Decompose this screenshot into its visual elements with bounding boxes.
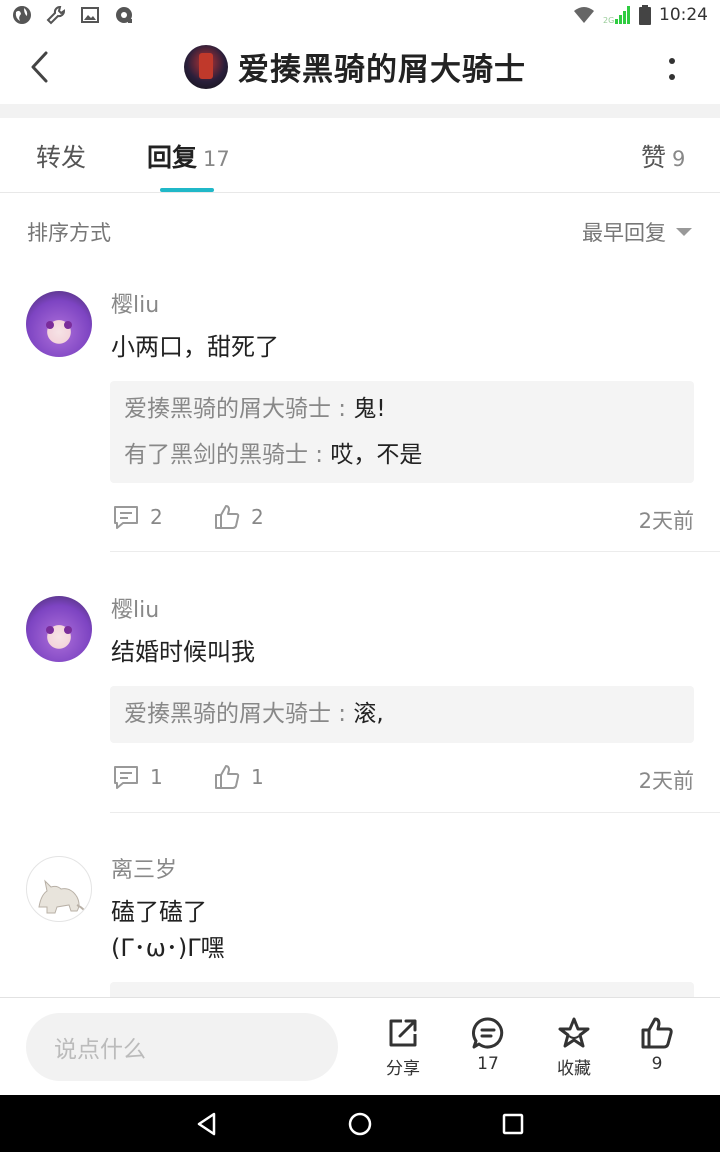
comment-input[interactable]: 说点什么 xyxy=(26,1013,338,1081)
more-options-button[interactable] xyxy=(664,54,680,84)
reply-button[interactable]: 2 xyxy=(112,503,163,531)
favorite-button[interactable]: 收藏 xyxy=(542,1016,606,1079)
tab-bar: 转发 回复 17 赞9 xyxy=(0,118,720,193)
back-button[interactable] xyxy=(26,50,56,84)
comment-username[interactable]: 离三岁 xyxy=(111,852,177,884)
sort-selected: 最早回复 xyxy=(582,221,666,245)
divider xyxy=(110,551,720,552)
comment-actions: 2 2 2天前 xyxy=(112,503,694,537)
status-icons-right: 2G 10:24 xyxy=(573,5,708,25)
tab-likes[interactable]: 赞9 xyxy=(641,138,685,174)
comment-text: 小两口，甜死了 xyxy=(111,333,279,361)
like-button[interactable]: 1 xyxy=(213,763,264,791)
comment-item: 樱liu 结婚时候叫我 爱揍黑骑的屑大骑士 : 滚, 1 1 2天前 xyxy=(0,570,720,814)
comment-bubble-icon xyxy=(114,506,138,529)
comment-text: (Γ･ω･)Γ嘿 xyxy=(111,934,225,962)
share-button[interactable]: 分享 xyxy=(371,1016,435,1079)
reply-count: 2 xyxy=(150,505,163,529)
like-count: 2 xyxy=(251,505,264,529)
like-count: 1 xyxy=(251,765,264,789)
wifi-icon xyxy=(574,7,594,23)
tab-count: 9 xyxy=(672,147,686,171)
avatar[interactable] xyxy=(26,856,92,922)
star-icon xyxy=(558,1017,590,1048)
comment-circle-icon xyxy=(472,1017,504,1049)
active-tab-indicator xyxy=(160,188,214,192)
author-avatar[interactable] xyxy=(184,44,228,89)
divider xyxy=(110,812,720,813)
tab-label: 转发 xyxy=(36,143,87,172)
comment-actions: 1 1 2天前 xyxy=(112,763,694,797)
bottom-action-bar: 说点什么 分享 17 收藏 9 xyxy=(0,997,720,1095)
title-group: 爱揍黑骑的屑大骑士 xyxy=(184,44,526,89)
tab-count: 17 xyxy=(203,147,230,171)
status-icons-left xyxy=(12,5,134,25)
favorite-label: 收藏 xyxy=(557,1059,591,1079)
reply-button[interactable]: 1 xyxy=(112,763,163,791)
tab-replies[interactable]: 回复 17 xyxy=(147,138,230,174)
comment-item: 离三岁 磕了磕了 (Γ･ω･)Γ嘿 xyxy=(0,830,720,997)
reply-preview-line: 爱揍黑骑的屑大骑士 : 鬼! xyxy=(124,396,386,422)
battery-icon xyxy=(639,5,651,25)
reply-preview-line: 有了黑剑的黑骑士 : 哎，不是 xyxy=(124,442,423,468)
like-post-button[interactable]: 9 xyxy=(625,1016,689,1074)
caret-down-icon xyxy=(676,228,692,236)
wolf-avatar-icon xyxy=(38,879,88,916)
tab-label: 回复 xyxy=(147,143,198,172)
top-app-bar: 爱揍黑骑的屑大骑士 xyxy=(0,30,720,104)
sync-icon xyxy=(114,5,134,25)
reply-preview-box[interactable]: 爱揍黑骑的屑大骑士 : 鬼! 有了黑剑的黑骑士 : 哎，不是 xyxy=(110,381,694,483)
nav-recents-button[interactable] xyxy=(498,1109,528,1139)
globe-icon xyxy=(12,5,32,25)
more-dot-icon xyxy=(669,74,675,80)
share-icon xyxy=(389,1019,417,1047)
comment-username[interactable]: 樱liu xyxy=(111,592,159,624)
signal-icon: 2G xyxy=(603,6,630,25)
image-icon xyxy=(80,5,100,25)
section-separator xyxy=(0,104,720,118)
triangle-back-icon xyxy=(197,1112,216,1136)
avatar[interactable] xyxy=(26,291,92,357)
comment-input-placeholder: 说点什么 xyxy=(54,1037,146,1063)
like-button[interactable]: 2 xyxy=(213,503,264,531)
comment-item: 樱liu 小两口，甜死了 爱揍黑骑的屑大骑士 : 鬼! 有了黑剑的黑骑士 : 哎… xyxy=(0,265,720,553)
status-time: 10:24 xyxy=(659,5,708,25)
sort-row: 排序方式 最早回复 xyxy=(0,193,720,265)
like-post-count: 9 xyxy=(651,1054,663,1074)
tab-repost[interactable]: 转发 xyxy=(36,138,86,174)
svg-text:2G: 2G xyxy=(603,16,614,25)
thumbs-up-icon xyxy=(215,505,240,529)
nav-home-button[interactable] xyxy=(345,1109,375,1139)
comment-time: 2天前 xyxy=(638,509,694,533)
sort-dropdown[interactable]: 最早回复 xyxy=(582,217,692,247)
thumbs-up-icon xyxy=(641,1017,673,1049)
circle-home-icon xyxy=(348,1112,372,1136)
comments-button[interactable]: 17 xyxy=(456,1016,520,1074)
avatar[interactable] xyxy=(26,596,92,662)
reply-preview-line: 爱揍黑骑的屑大骑士 : 滚, xyxy=(124,701,384,727)
chevron-left-icon xyxy=(31,51,48,83)
thumbs-up-icon xyxy=(215,765,240,789)
wrench-icon xyxy=(46,5,66,25)
comments-count: 17 xyxy=(477,1054,499,1074)
comment-text: 结婚时候叫我 xyxy=(111,638,255,666)
more-dot-icon xyxy=(669,58,675,64)
sort-label: 排序方式 xyxy=(27,221,111,245)
square-recents-icon xyxy=(502,1113,524,1135)
system-nav-bar xyxy=(0,1095,720,1152)
status-bar: 2G 10:24 xyxy=(0,0,720,30)
reply-preview-box[interactable] xyxy=(110,982,694,997)
reply-count: 1 xyxy=(150,765,163,789)
tab-label: 赞 xyxy=(641,143,667,172)
nav-back-button[interactable] xyxy=(192,1109,222,1139)
comment-time: 2天前 xyxy=(638,769,694,793)
reply-preview-box[interactable]: 爱揍黑骑的屑大骑士 : 滚, xyxy=(110,686,694,743)
share-label: 分享 xyxy=(386,1059,420,1079)
comment-bubble-icon xyxy=(114,766,138,789)
page-title: 爱揍黑骑的屑大骑士 xyxy=(238,52,526,88)
comment-text: 磕了磕了 xyxy=(111,898,207,926)
comment-username[interactable]: 樱liu xyxy=(111,287,159,319)
